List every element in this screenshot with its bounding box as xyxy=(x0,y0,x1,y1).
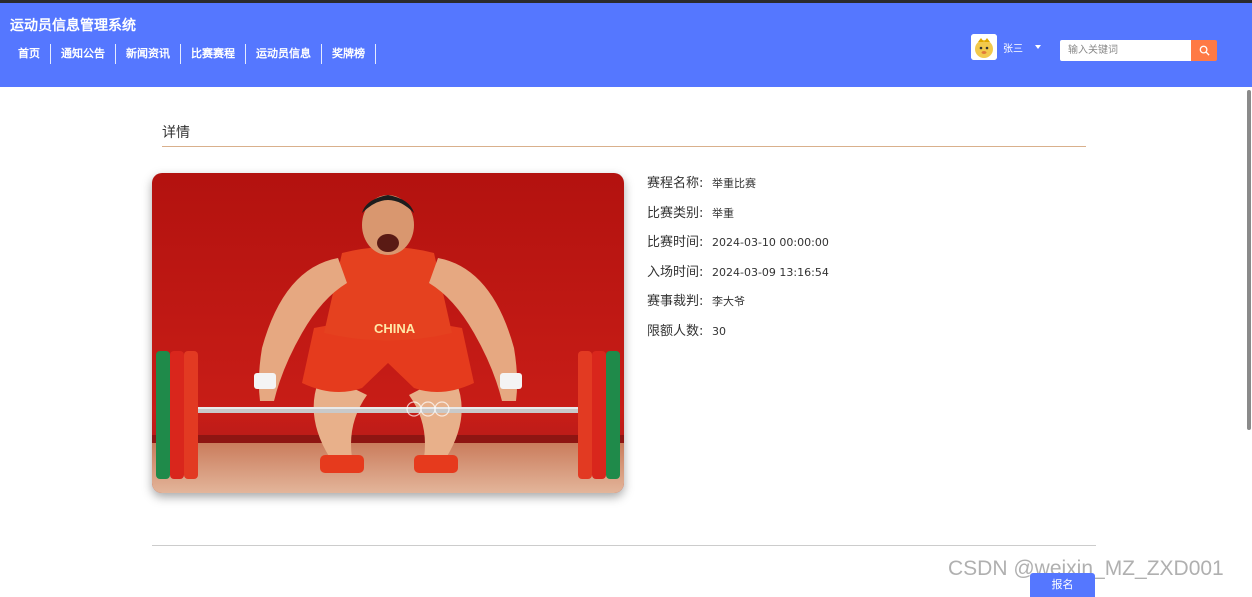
event-info: 赛程名称: 举重比赛 比赛类别: 举重 比赛时间: 2024-03-10 00:… xyxy=(647,172,829,349)
info-row-entry-time: 入场时间: 2024-03-09 13:16:54 xyxy=(647,261,829,291)
page-scrollbar[interactable] xyxy=(1247,90,1251,430)
main-nav: 首页 通知公告 新闻资讯 比赛赛程 运动员信息 奖牌榜 xyxy=(8,44,376,64)
user-menu[interactable]: 张三 xyxy=(971,34,1041,60)
info-label: 限额人数: xyxy=(647,323,704,339)
section-divider xyxy=(162,146,1086,147)
search-input[interactable] xyxy=(1060,40,1191,61)
bottom-divider xyxy=(152,545,1096,546)
header-bar: 运动员信息管理系统 首页 通知公告 新闻资讯 比赛赛程 运动员信息 奖牌榜 张三 xyxy=(0,3,1252,87)
info-row-match-time: 比赛时间: 2024-03-10 00:00:00 xyxy=(647,231,829,261)
info-value: 李大爷 xyxy=(712,295,745,308)
nav-item-athletes[interactable]: 运动员信息 xyxy=(246,44,322,64)
info-row-referee: 赛事裁判: 李大爷 xyxy=(647,290,829,320)
nav-item-home[interactable]: 首页 xyxy=(8,44,51,64)
info-value: 2024-03-09 13:16:54 xyxy=(712,265,829,279)
info-row-quota: 限额人数: 30 xyxy=(647,320,829,350)
event-image: CHINA xyxy=(152,173,624,493)
info-row-event-name: 赛程名称: 举重比赛 xyxy=(647,172,829,202)
info-label: 赛程名称: xyxy=(647,176,704,191)
search-button[interactable] xyxy=(1191,40,1217,61)
jersey-text: CHINA xyxy=(374,321,416,336)
site-title: 运动员信息管理系统 xyxy=(10,18,136,34)
nav-item-medals[interactable]: 奖牌榜 xyxy=(322,44,376,64)
info-value: 30 xyxy=(712,324,726,338)
nav-item-notices[interactable]: 通知公告 xyxy=(51,44,116,64)
info-label: 比赛类别: xyxy=(647,205,704,221)
user-name[interactable]: 张三 xyxy=(1003,40,1023,55)
signup-button[interactable]: 报名 xyxy=(1030,573,1095,597)
detail-section-title: 详情 xyxy=(162,125,190,141)
nav-item-news[interactable]: 新闻资讯 xyxy=(116,44,181,64)
nav-item-schedule[interactable]: 比赛赛程 xyxy=(181,44,246,64)
info-label: 比赛时间: xyxy=(647,235,704,250)
avatar[interactable] xyxy=(971,34,997,60)
info-value: 举重 xyxy=(712,206,734,220)
info-value: 2024-03-10 00:00:00 xyxy=(712,236,829,249)
info-row-category: 比赛类别: 举重 xyxy=(647,202,829,232)
info-value: 举重比赛 xyxy=(712,177,756,190)
search-icon xyxy=(1199,45,1210,56)
chevron-down-icon[interactable] xyxy=(1035,45,1041,49)
info-label: 赛事裁判: xyxy=(647,294,704,309)
info-label: 入场时间: xyxy=(647,264,704,280)
search-bar xyxy=(1060,40,1217,61)
